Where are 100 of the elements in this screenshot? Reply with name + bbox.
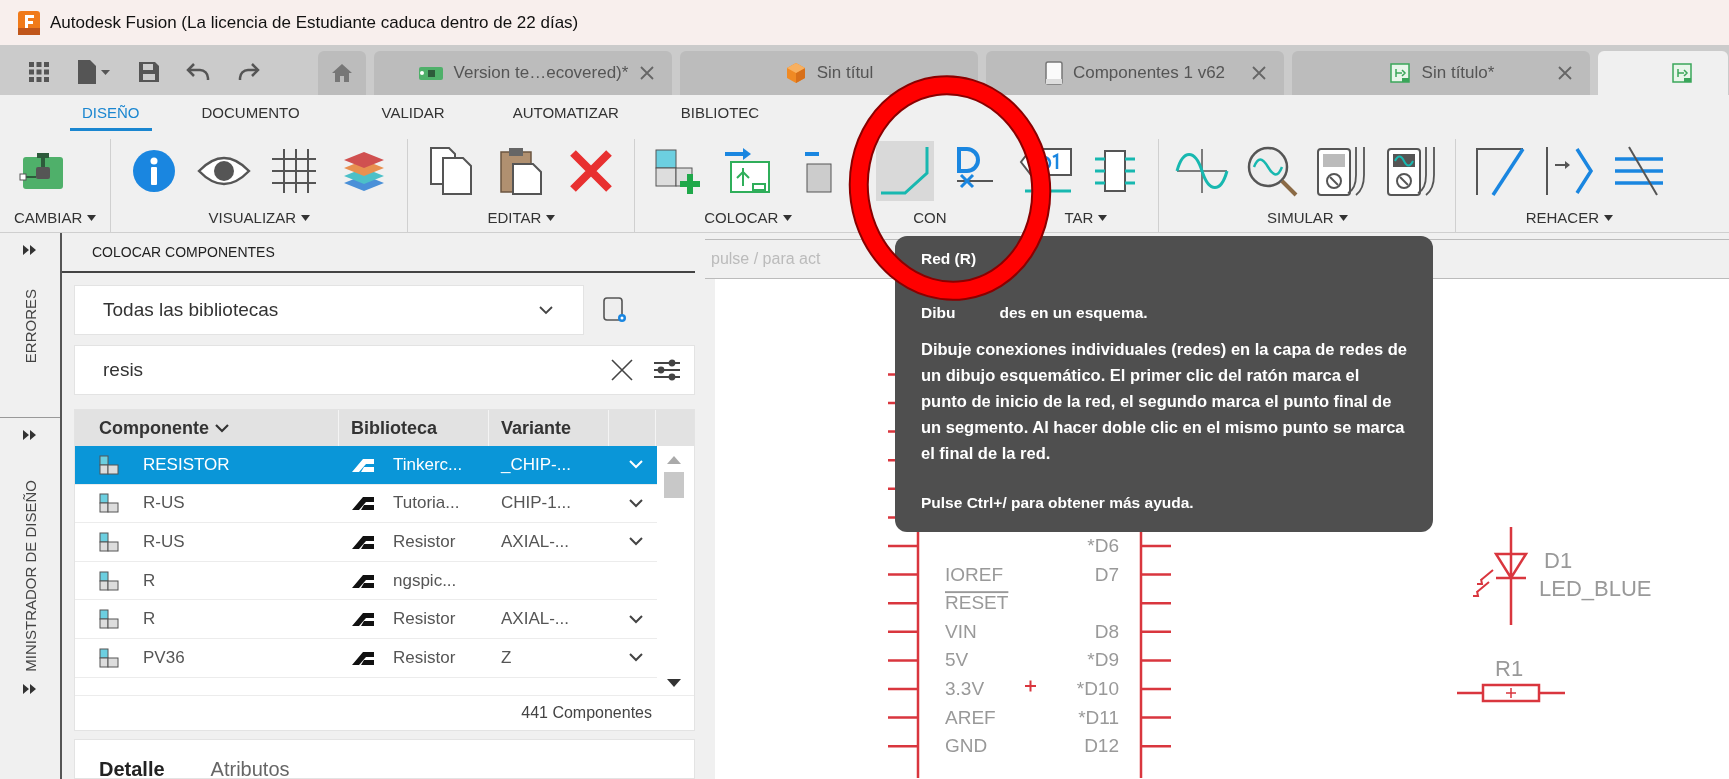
design-manager-tab[interactable]: MINISTRADOR DE DISEÑO — [21, 480, 39, 672]
scroll-down-icon[interactable] — [667, 679, 681, 687]
group-label[interactable]: VISUALIZAR — [208, 209, 311, 226]
document-tab[interactable]: Version te…ecovered)* — [374, 51, 672, 95]
library-name: Resistor — [393, 647, 456, 668]
part-name: D1 — [1544, 548, 1573, 573]
group-label[interactable]: CON — [913, 209, 947, 226]
group-label[interactable]: EDITAR — [487, 209, 556, 226]
component-row[interactable]: R-US Tutoria... CHIP-1... — [75, 484, 657, 524]
pin-label: *D6 — [1087, 535, 1119, 556]
expand-icon[interactable] — [23, 683, 37, 694]
pin-label: IOREF — [945, 563, 1004, 585]
search-field[interactable]: resis — [74, 345, 695, 395]
chevron-down-icon — [539, 305, 553, 315]
tab-label: Sin título* — [1421, 63, 1495, 83]
close-icon[interactable] — [640, 66, 654, 80]
origin-cross-icon — [1024, 679, 1037, 693]
component-row[interactable]: R ngspic... — [75, 561, 657, 601]
group-label[interactable]: TAR — [1064, 209, 1108, 226]
ribbon-tab[interactable]: AUTOMATIZAR — [500, 95, 631, 131]
component-icon — [99, 647, 121, 668]
ribbon-tab[interactable]: BIBLIOTEC — [668, 95, 772, 131]
caret-icon — [1604, 214, 1613, 221]
chevron-down-icon[interactable] — [629, 614, 643, 624]
library-logo-icon — [351, 611, 375, 628]
component-count: 441 Componentes — [521, 704, 652, 722]
add-part-icon — [654, 146, 703, 196]
info-icon — [132, 149, 177, 193]
sine-wave-icon — [1175, 147, 1230, 195]
library-logo-icon — [351, 456, 375, 473]
component-row[interactable]: R Resistor AXIAL-... — [75, 600, 657, 639]
library-logo-icon — [351, 572, 375, 589]
variant-name: _CHIP-... — [501, 454, 571, 475]
redo-icon[interactable] — [236, 62, 260, 82]
group-label[interactable]: REHACER — [1525, 209, 1613, 226]
schematic-icon — [1670, 61, 1694, 85]
caret-icon — [87, 214, 97, 221]
ribbon-tab[interactable]: DISEÑO — [70, 95, 152, 131]
home-icon — [331, 63, 353, 83]
hatch-lines-icon — [1613, 145, 1666, 197]
sort-chevron-icon — [215, 423, 229, 433]
file-menu-icon[interactable] — [76, 59, 112, 85]
filter-sliders-icon[interactable] — [653, 359, 681, 381]
group-label[interactable]: COLOCAR — [704, 209, 793, 226]
library-settings-icon[interactable] — [602, 296, 628, 324]
library-name: Tinkerc... — [393, 454, 463, 475]
variant-name: CHIP-1... — [501, 493, 571, 514]
errors-panel-tab[interactable]: ERRORES — [21, 289, 39, 364]
group-label[interactable]: CAMBIAR — [14, 209, 97, 226]
details-tab[interactable]: Detalle — [99, 758, 165, 778]
close-icon[interactable] — [1252, 66, 1266, 80]
clear-icon[interactable] — [611, 359, 633, 381]
magnifier-wave-icon — [1246, 145, 1299, 197]
caret-icon — [1338, 214, 1348, 221]
pin-label: 3.3V — [945, 678, 985, 699]
document-tab[interactable]: Componentes 1 v62 — [986, 51, 1284, 95]
part-value: LED_BLUE — [1539, 576, 1652, 601]
caret-icon — [301, 214, 311, 221]
details-tab[interactable]: Atributos — [210, 758, 290, 778]
delete-icon — [569, 149, 614, 193]
library-logo-icon — [351, 649, 375, 666]
undo-icon[interactable] — [186, 62, 210, 82]
library-name: Resistor — [393, 532, 456, 552]
component-row[interactable]: R-US Resistor AXIAL-... — [75, 523, 657, 562]
pin-label: *D10 — [1076, 678, 1119, 699]
tooltip-text: des en un esquema. — [999, 304, 1148, 322]
component-icon — [99, 532, 121, 552]
part-name: R1 — [1495, 656, 1524, 681]
component-name: R-US — [143, 493, 185, 514]
schematic-icon — [1387, 61, 1412, 85]
caret-icon — [1098, 214, 1108, 221]
chevron-down-icon[interactable] — [629, 653, 643, 663]
library-name: Resistor — [393, 609, 456, 630]
caret-icon — [546, 214, 556, 221]
library-logo-icon — [351, 495, 375, 512]
pin-label: *D11 — [1078, 706, 1119, 728]
apps-grid-icon[interactable] — [28, 61, 50, 83]
scrollbar-thumb[interactable] — [664, 472, 684, 498]
document-tab[interactable]: Sin título* — [1292, 51, 1590, 95]
pin-label: D8 — [1094, 620, 1119, 642]
chevron-down-icon[interactable] — [629, 498, 643, 508]
document-tab[interactable]: Sin títul — [680, 51, 978, 95]
window-title: Autodesk Fusion (La licencia de Estudiante caduca dentro de 22 días) — [50, 12, 579, 33]
component-row[interactable]: PV36 Resistor Z — [75, 638, 657, 678]
pin-label: D7 — [1094, 563, 1119, 585]
ribbon-tab[interactable]: DOCUMENTO — [189, 95, 312, 131]
paste-icon — [499, 146, 544, 196]
library-dropdown[interactable]: Todas las bibliotecas — [74, 285, 584, 335]
component-icon — [99, 570, 121, 591]
close-icon[interactable] — [1558, 66, 1572, 80]
app-logo-icon — [18, 10, 40, 35]
expand-icon[interactable] — [23, 245, 37, 255]
group-label[interactable]: SIMULAR — [1267, 209, 1348, 226]
ribbon-tab[interactable]: VALIDAR — [369, 95, 457, 131]
chevron-down-icon[interactable] — [629, 537, 643, 547]
net-wire-icon — [879, 145, 932, 197]
pin-label: VIN — [945, 620, 977, 642]
tooltip-text: Dibuje conexiones individuales (redes) en la capa de redes de un dibujo esquemático. El primer clic del ratón marca el punto de inicio de la red, el segundo marca el punto final de un segmento. Al hacer doble clic en el mismo punto se marca el final de la red. — [921, 339, 1407, 464]
save-icon[interactable] — [138, 61, 160, 83]
expand-icon[interactable] — [23, 430, 37, 441]
